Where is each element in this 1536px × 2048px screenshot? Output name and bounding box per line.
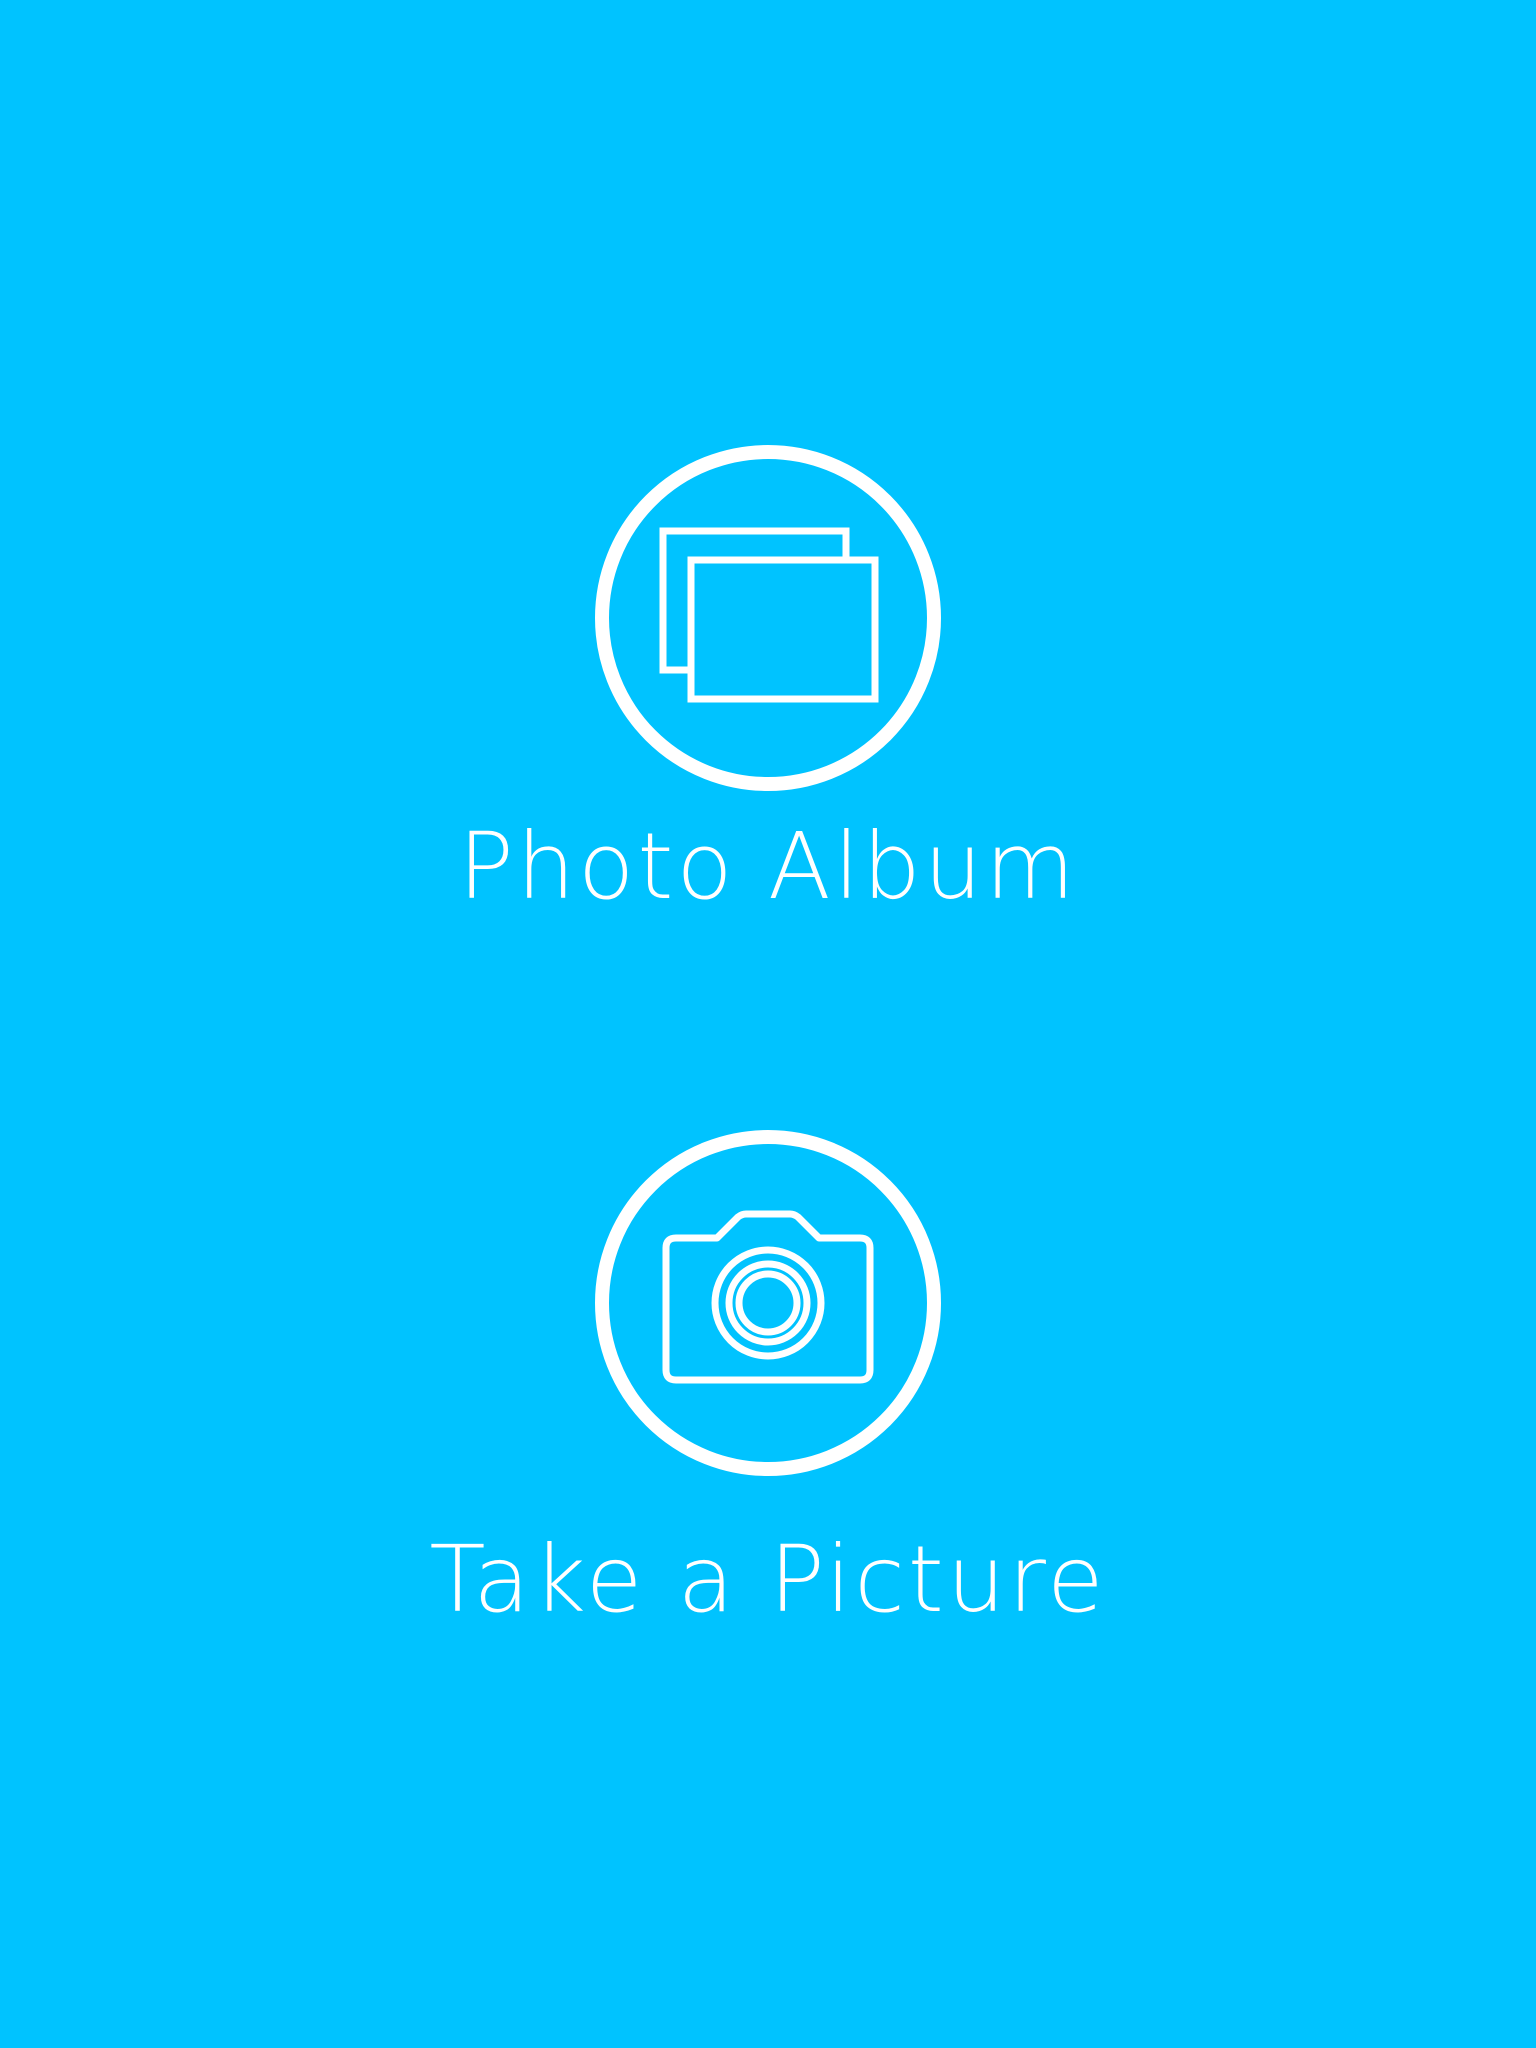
image-source-picker: { "theme": { "background": "#00C3FF", "f… <box>0 0 1536 2048</box>
photo-album-icon <box>595 445 941 791</box>
take-picture-button[interactable]: Take a Picture <box>0 1130 1536 1626</box>
photo-album-label: Photo Album <box>458 813 1078 920</box>
take-picture-label: Take a Picture <box>429 1526 1107 1633</box>
camera-icon <box>595 1130 941 1476</box>
photo-album-button[interactable]: Photo Album <box>0 445 1536 913</box>
